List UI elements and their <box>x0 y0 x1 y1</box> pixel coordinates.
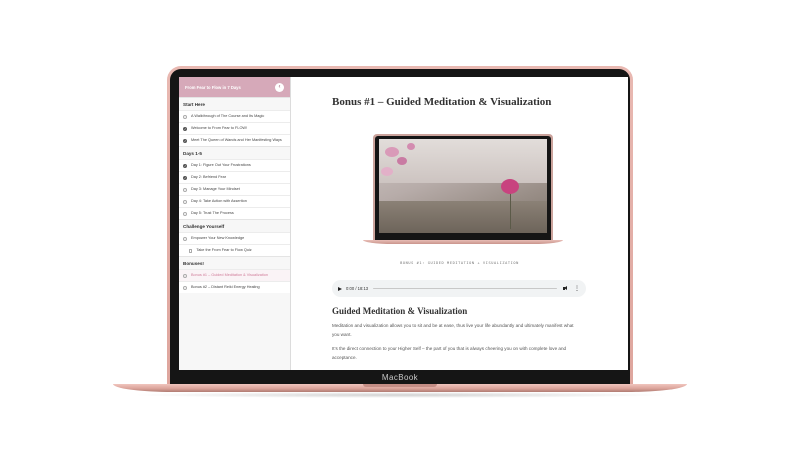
quiz-document-icon <box>189 248 193 253</box>
section-title-days-1-5: Days 1-5 <box>179 146 290 159</box>
check-circle-icon: ✓ <box>183 126 187 131</box>
empty-circle-icon <box>183 199 187 204</box>
paragraph: Meditation and visualization allows you … <box>332 323 574 337</box>
lesson-content: Bonus #1 – Guided Meditation & Visualiza… <box>291 77 628 370</box>
lesson-label: Empower Your New Knowledge <box>191 236 245 240</box>
quiz-item[interactable]: Take the From Fear to Flow Quiz <box>179 244 290 256</box>
mini-laptop-base <box>363 240 563 244</box>
meditation-photo <box>379 139 547 233</box>
image-caption: BONUS #1: GUIDED MEDITATION + VISUALIZAT… <box>400 261 519 265</box>
lesson-item[interactable]: Bonus #2 – Distant Reiki Energy Healing <box>179 281 290 293</box>
lesson-item[interactable]: Day 3: Manage Your Mindset <box>179 183 290 195</box>
device-label: MacBook <box>381 373 419 382</box>
lesson-label: Bonus #2 – Distant Reiki Energy Healing <box>191 285 260 289</box>
volume-icon[interactable] <box>563 286 569 292</box>
photo-ground <box>379 201 547 233</box>
empty-circle-icon <box>183 236 187 241</box>
section-title-bonuses: Bonuses! <box>179 256 290 269</box>
laptop-shadow <box>130 392 670 398</box>
lesson-label: Day 5: Trust The Process <box>191 211 234 215</box>
lesson-item[interactable]: ✓ Day 2: Befriend Fear <box>179 171 290 183</box>
lesson-label: Day 4: Take Action with Assertion <box>191 199 247 203</box>
lesson-label: Take the From Fear to Flow Quiz <box>196 248 252 252</box>
audio-player: 0:00 / 18:13 ⋮ <box>332 280 586 297</box>
lesson-label: Bonus #1 – Guided Meditation & Visualiza… <box>191 273 268 277</box>
empty-circle-icon <box>183 114 187 119</box>
course-title-bar: From Fear to Flow in 7 Days ‹ <box>179 77 290 97</box>
audio-time: 0:00 / 18:13 <box>346 286 369 291</box>
blossom <box>407 143 415 150</box>
audio-scrubber[interactable] <box>373 287 557 290</box>
lesson-item[interactable]: ✓ Welcome to From Fear to FLOW! <box>179 122 290 134</box>
laptop-screen: From Fear to Flow in 7 Days ‹ Start Here… <box>179 77 628 370</box>
pink-flower <box>501 179 519 194</box>
play-icon[interactable] <box>338 286 342 291</box>
section-title-start-here: Start Here <box>179 97 290 110</box>
lesson-item[interactable]: Empower Your New Knowledge <box>179 232 290 244</box>
check-circle-icon: ✓ <box>183 138 187 143</box>
empty-circle-icon <box>183 187 187 192</box>
lesson-label: A Walkthrough of The Course and Its Magi… <box>191 114 265 118</box>
lesson-item-active[interactable]: Bonus #1 – Guided Meditation & Visualiza… <box>179 269 290 281</box>
blossom <box>381 167 393 176</box>
page-title: Bonus #1 – Guided Meditation & Visualiza… <box>332 96 552 108</box>
lesson-item[interactable]: A Walkthrough of The Course and Its Magi… <box>179 110 290 122</box>
lesson-label: Day 3: Manage Your Mindset <box>191 187 240 191</box>
chevron-left-icon[interactable]: ‹ <box>275 82 284 92</box>
course-title: From Fear to Flow in 7 Days <box>185 84 241 90</box>
empty-circle-icon <box>183 211 187 216</box>
lesson-item[interactable]: Day 4: Take Action with Assertion <box>179 195 290 207</box>
blossom <box>397 157 407 165</box>
lesson-label: Meet The Queen of Wands and Her Manifest… <box>191 138 282 142</box>
check-circle-icon: ✓ <box>183 163 187 168</box>
empty-circle-icon <box>183 273 187 278</box>
empty-circle-icon <box>183 285 187 290</box>
lesson-item[interactable]: ✓ Meet The Queen of Wands and Her Manife… <box>179 134 290 146</box>
paragraph: It’s the direct connection to your Highe… <box>332 346 567 360</box>
section-title-challenge: Challenge Yourself <box>179 219 290 232</box>
check-circle-icon: ✓ <box>183 175 187 180</box>
lesson-label: Day 1: Figure Out Your Frustrations <box>191 163 251 167</box>
section-heading: Guided Meditation & Visualization <box>332 306 468 316</box>
lesson-label: Day 2: Befriend Fear <box>191 175 227 179</box>
lesson-item[interactable]: Day 5: Trust The Process <box>179 207 290 219</box>
course-sidebar: From Fear to Flow in 7 Days ‹ Start Here… <box>179 77 291 370</box>
more-options-icon[interactable]: ⋮ <box>574 286 580 292</box>
lesson-item[interactable]: ✓ Day 1: Figure Out Your Frustrations <box>179 159 290 171</box>
flower-stem <box>510 189 511 229</box>
lesson-label: Welcome to From Fear to FLOW! <box>191 126 248 130</box>
laptop-base-notch <box>363 384 437 387</box>
blossom <box>385 147 399 157</box>
